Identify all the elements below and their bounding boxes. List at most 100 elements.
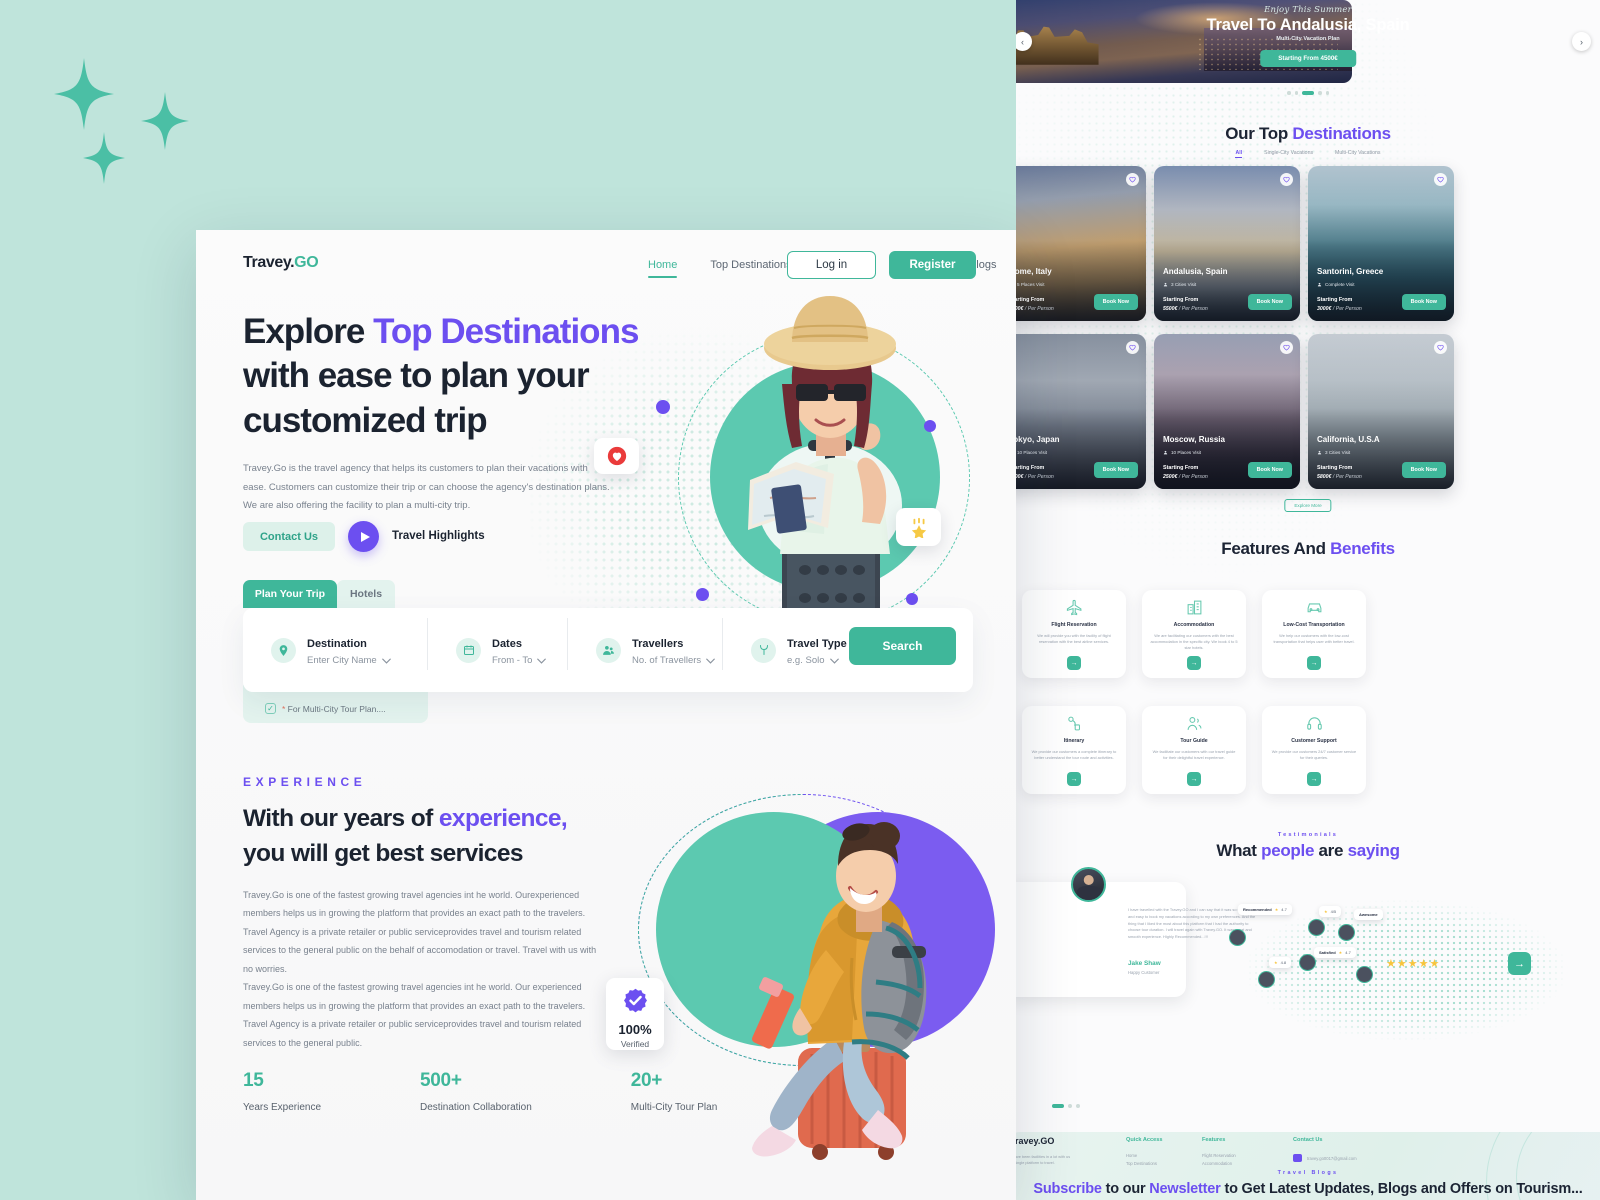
map-pin[interactable] <box>1229 929 1246 946</box>
play-icon[interactable] <box>348 521 379 552</box>
destination-card[interactable]: Santorini, Greece Complete Visit Startin… <box>1308 166 1454 321</box>
experience-heading: With our years of experience, you will g… <box>243 802 643 872</box>
feature-desc: We provide our customers a complete itin… <box>1031 749 1117 761</box>
testimonial-dots[interactable] <box>1052 1104 1080 1108</box>
footer-email[interactable]: travey.go0017@gmail.com <box>1293 1154 1357 1162</box>
verified-check-icon <box>623 988 647 1013</box>
stat-caption: Years Experience <box>243 1102 322 1113</box>
feature-card[interactable]: Accommodation We are facilitating our cu… <box>1142 590 1246 678</box>
contact-us-button[interactable]: Contact Us <box>243 522 335 551</box>
news-accent1: Subscribe <box>1033 1181 1102 1197</box>
map-pin[interactable] <box>1258 971 1275 988</box>
feature-card[interactable]: Customer Support We provide our customer… <box>1262 706 1366 794</box>
filter-all[interactable]: All <box>1235 150 1243 158</box>
feature-title: Tour Guide <box>1180 738 1208 744</box>
site-logo[interactable]: Travey.GO <box>243 254 319 272</box>
feature-arrow-icon[interactable]: → <box>1067 656 1081 670</box>
map-rating-chip: Recommended ★ 4.7 <box>1238 904 1292 915</box>
search-button[interactable]: Search <box>849 627 956 665</box>
search-tabs[interactable]: Plan Your Trip Hotels <box>243 580 395 608</box>
map-pin[interactable] <box>1299 954 1316 971</box>
search-field-dates[interactable]: Dates From - To <box>428 618 568 670</box>
chevron-down-icon <box>381 658 391 664</box>
book-now-button[interactable]: Book Now <box>1401 462 1446 478</box>
filter-multi-city[interactable]: Multi-City Vacations <box>1335 150 1380 158</box>
field-value[interactable]: No. of Travellers <box>632 655 716 666</box>
destination-card[interactable]: Tokyo, Japan 10 Places Visit Starting Fr… <box>1016 334 1146 489</box>
favorite-icon[interactable] <box>1280 173 1293 186</box>
book-now-button[interactable]: Book Now <box>1093 294 1138 310</box>
favorite-icon[interactable] <box>1434 341 1447 354</box>
destination-name: Rome, Italy <box>1016 267 1052 276</box>
footer-col-items[interactable]: Home Top Destinations <box>1126 1152 1157 1168</box>
carousel-next-icon[interactable]: › <box>1572 32 1591 51</box>
register-button[interactable]: Register <box>889 251 976 279</box>
headset-icon <box>1306 717 1322 730</box>
feature-desc: We provide our customers 24/7 customer s… <box>1271 749 1357 761</box>
starting-from-label: Starting From <box>1317 465 1353 471</box>
feature-arrow-icon[interactable]: → <box>1187 656 1201 670</box>
page-title: Explore Top Destinations with ease to pl… <box>243 310 673 443</box>
traveller-photo-1 <box>748 296 902 656</box>
feature-card[interactable]: Low-Cost Transportation We help our cust… <box>1262 590 1366 678</box>
feature-arrow-icon[interactable]: → <box>1187 772 1201 786</box>
destination-price: 5800€ / Per Person <box>1317 474 1362 480</box>
nav-item-top-destinations[interactable]: Top Destinations <box>710 259 791 271</box>
explore-more-button[interactable]: Explore More <box>1284 499 1332 512</box>
testi-h-accent1: people <box>1261 841 1315 860</box>
feature-arrow-icon[interactable]: → <box>1307 656 1321 670</box>
tab-plan-your-trip[interactable]: Plan Your Trip <box>243 580 337 608</box>
testimonial-role: Happy Customer <box>1128 970 1160 975</box>
favorite-icon[interactable] <box>1126 341 1139 354</box>
field-label: Travel Type <box>787 638 847 650</box>
footer-col-items[interactable]: Flight Reservation Accommodation <box>1202 1152 1236 1168</box>
feature-arrow-icon[interactable]: → <box>1067 772 1081 786</box>
trip-search-bar[interactable]: Destination Enter City Name Dates From -… <box>243 608 973 692</box>
favorite-icon[interactable] <box>1280 341 1293 354</box>
book-now-button[interactable]: Book Now <box>1401 294 1446 310</box>
field-value[interactable]: Enter City Name <box>307 655 391 666</box>
map-pin[interactable] <box>1308 919 1325 936</box>
destination-card[interactable]: Moscow, Russia 10 Places Visit Starting … <box>1154 334 1300 489</box>
login-button[interactable]: Log in <box>787 251 876 279</box>
destination-card[interactable]: Andalusia, Spain 3 Cities Visit Starting… <box>1154 166 1300 321</box>
map-pin[interactable] <box>1356 966 1373 983</box>
feature-desc: We facilitate our customers with our tra… <box>1152 749 1236 761</box>
destination-name: Andalusia, Spain <box>1163 267 1228 276</box>
favorite-icon[interactable] <box>1126 173 1139 186</box>
destination-filters[interactable]: All Single-City Vacations Multi-City Vac… <box>1016 150 1600 158</box>
footer-link[interactable]: Flight Reservation <box>1202 1152 1236 1160</box>
destination-card[interactable]: Rome, Italy 5 Places Visit Starting From… <box>1016 166 1146 321</box>
footer-link[interactable]: Home <box>1126 1152 1157 1160</box>
feature-arrow-icon[interactable]: → <box>1307 772 1321 786</box>
field-value[interactable]: e.g. Solo <box>787 655 847 666</box>
filter-single-city[interactable]: Single-City Vacations <box>1264 150 1313 158</box>
testimonial-next-icon[interactable]: → <box>1508 952 1531 975</box>
feature-card[interactable]: Itinerary We provide our customers a com… <box>1022 706 1126 794</box>
search-field-destination[interactable]: Destination Enter City Name <box>243 618 428 670</box>
map-pin[interactable] <box>1338 924 1355 941</box>
testi-h-1: What <box>1216 841 1262 860</box>
book-now-button[interactable]: Book Now <box>1247 294 1292 310</box>
footer-link[interactable]: Accommodation <box>1202 1160 1236 1168</box>
favorite-icon[interactable] <box>1434 173 1447 186</box>
destination-visit: 10 Places Visit <box>1016 450 1047 455</box>
multi-city-checkbox[interactable]: ✓ <box>265 703 276 714</box>
tab-hotels[interactable]: Hotels <box>337 580 395 608</box>
book-now-button[interactable]: Book Now <box>1093 462 1138 478</box>
newsletter-label: Travel Blogs <box>1277 1170 1339 1176</box>
preview-hero-price-button[interactable]: Starting From 4500€ <box>1260 50 1356 67</box>
nav-item-home[interactable]: Home <box>648 259 678 278</box>
footer-link[interactable]: Top Destinations <box>1126 1160 1157 1168</box>
logo-suffix: GO <box>294 254 319 271</box>
search-field-travel-type[interactable]: Travel Type e.g. Solo <box>723 634 858 666</box>
feature-card[interactable]: Tour Guide We facilitate our customers w… <box>1142 706 1246 794</box>
heart-badge <box>594 438 639 474</box>
carousel-dots[interactable] <box>1016 91 1600 95</box>
field-label: Travellers <box>632 638 684 650</box>
feature-card[interactable]: Flight Reservation We will provide you w… <box>1022 590 1126 678</box>
destination-card[interactable]: California, U.S.A 3 Cities Visit Startin… <box>1308 334 1454 489</box>
search-field-travellers[interactable]: Travellers No. of Travellers <box>568 618 723 670</box>
field-value[interactable]: From - To <box>492 655 547 666</box>
book-now-button[interactable]: Book Now <box>1247 462 1292 478</box>
